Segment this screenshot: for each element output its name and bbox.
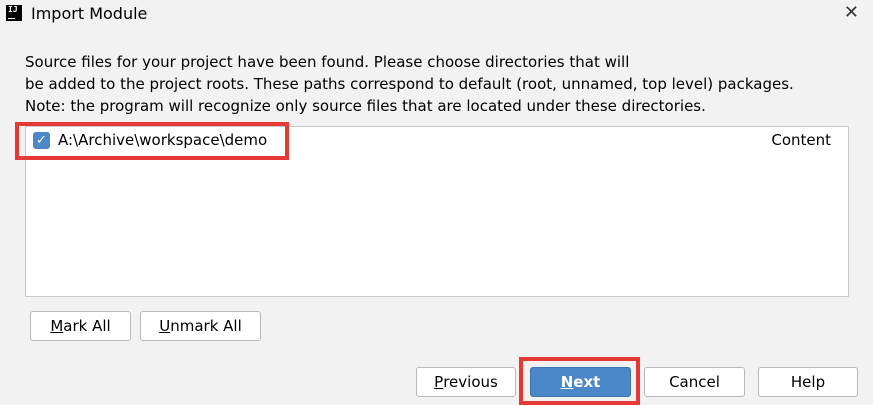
directory-list[interactable]: ✓ A:\Archive\workspace\demo Content	[25, 126, 849, 297]
directory-row[interactable]: ✓ A:\Archive\workspace\demo Content	[26, 127, 848, 155]
help-button[interactable]: Help	[758, 367, 858, 397]
cancel-button[interactable]: Cancel	[644, 367, 745, 397]
mark-all-button[interactable]: Mark All	[30, 311, 131, 341]
window-title: Import Module	[31, 4, 148, 23]
title-bar: IJ Import Module ✕	[0, 0, 873, 28]
directory-type-label: Content	[771, 131, 831, 149]
directory-checkbox[interactable]: ✓	[33, 132, 50, 149]
unmark-all-button[interactable]: Unmark All	[140, 311, 261, 341]
description-line-3: Note: the program will recognize only so…	[25, 97, 706, 115]
close-icon[interactable]: ✕	[844, 2, 859, 23]
check-icon: ✓	[36, 133, 47, 148]
directory-path: A:\Archive\workspace\demo	[58, 131, 268, 149]
description-text: Source files for your project have been …	[25, 51, 794, 117]
description-line-1: Source files for your project have been …	[25, 53, 630, 71]
intellij-app-icon: IJ	[6, 5, 22, 21]
description-line-2: be added to the project roots. These pat…	[25, 75, 794, 93]
next-button[interactable]: Next	[530, 367, 631, 397]
previous-button[interactable]: Previous	[416, 367, 516, 397]
